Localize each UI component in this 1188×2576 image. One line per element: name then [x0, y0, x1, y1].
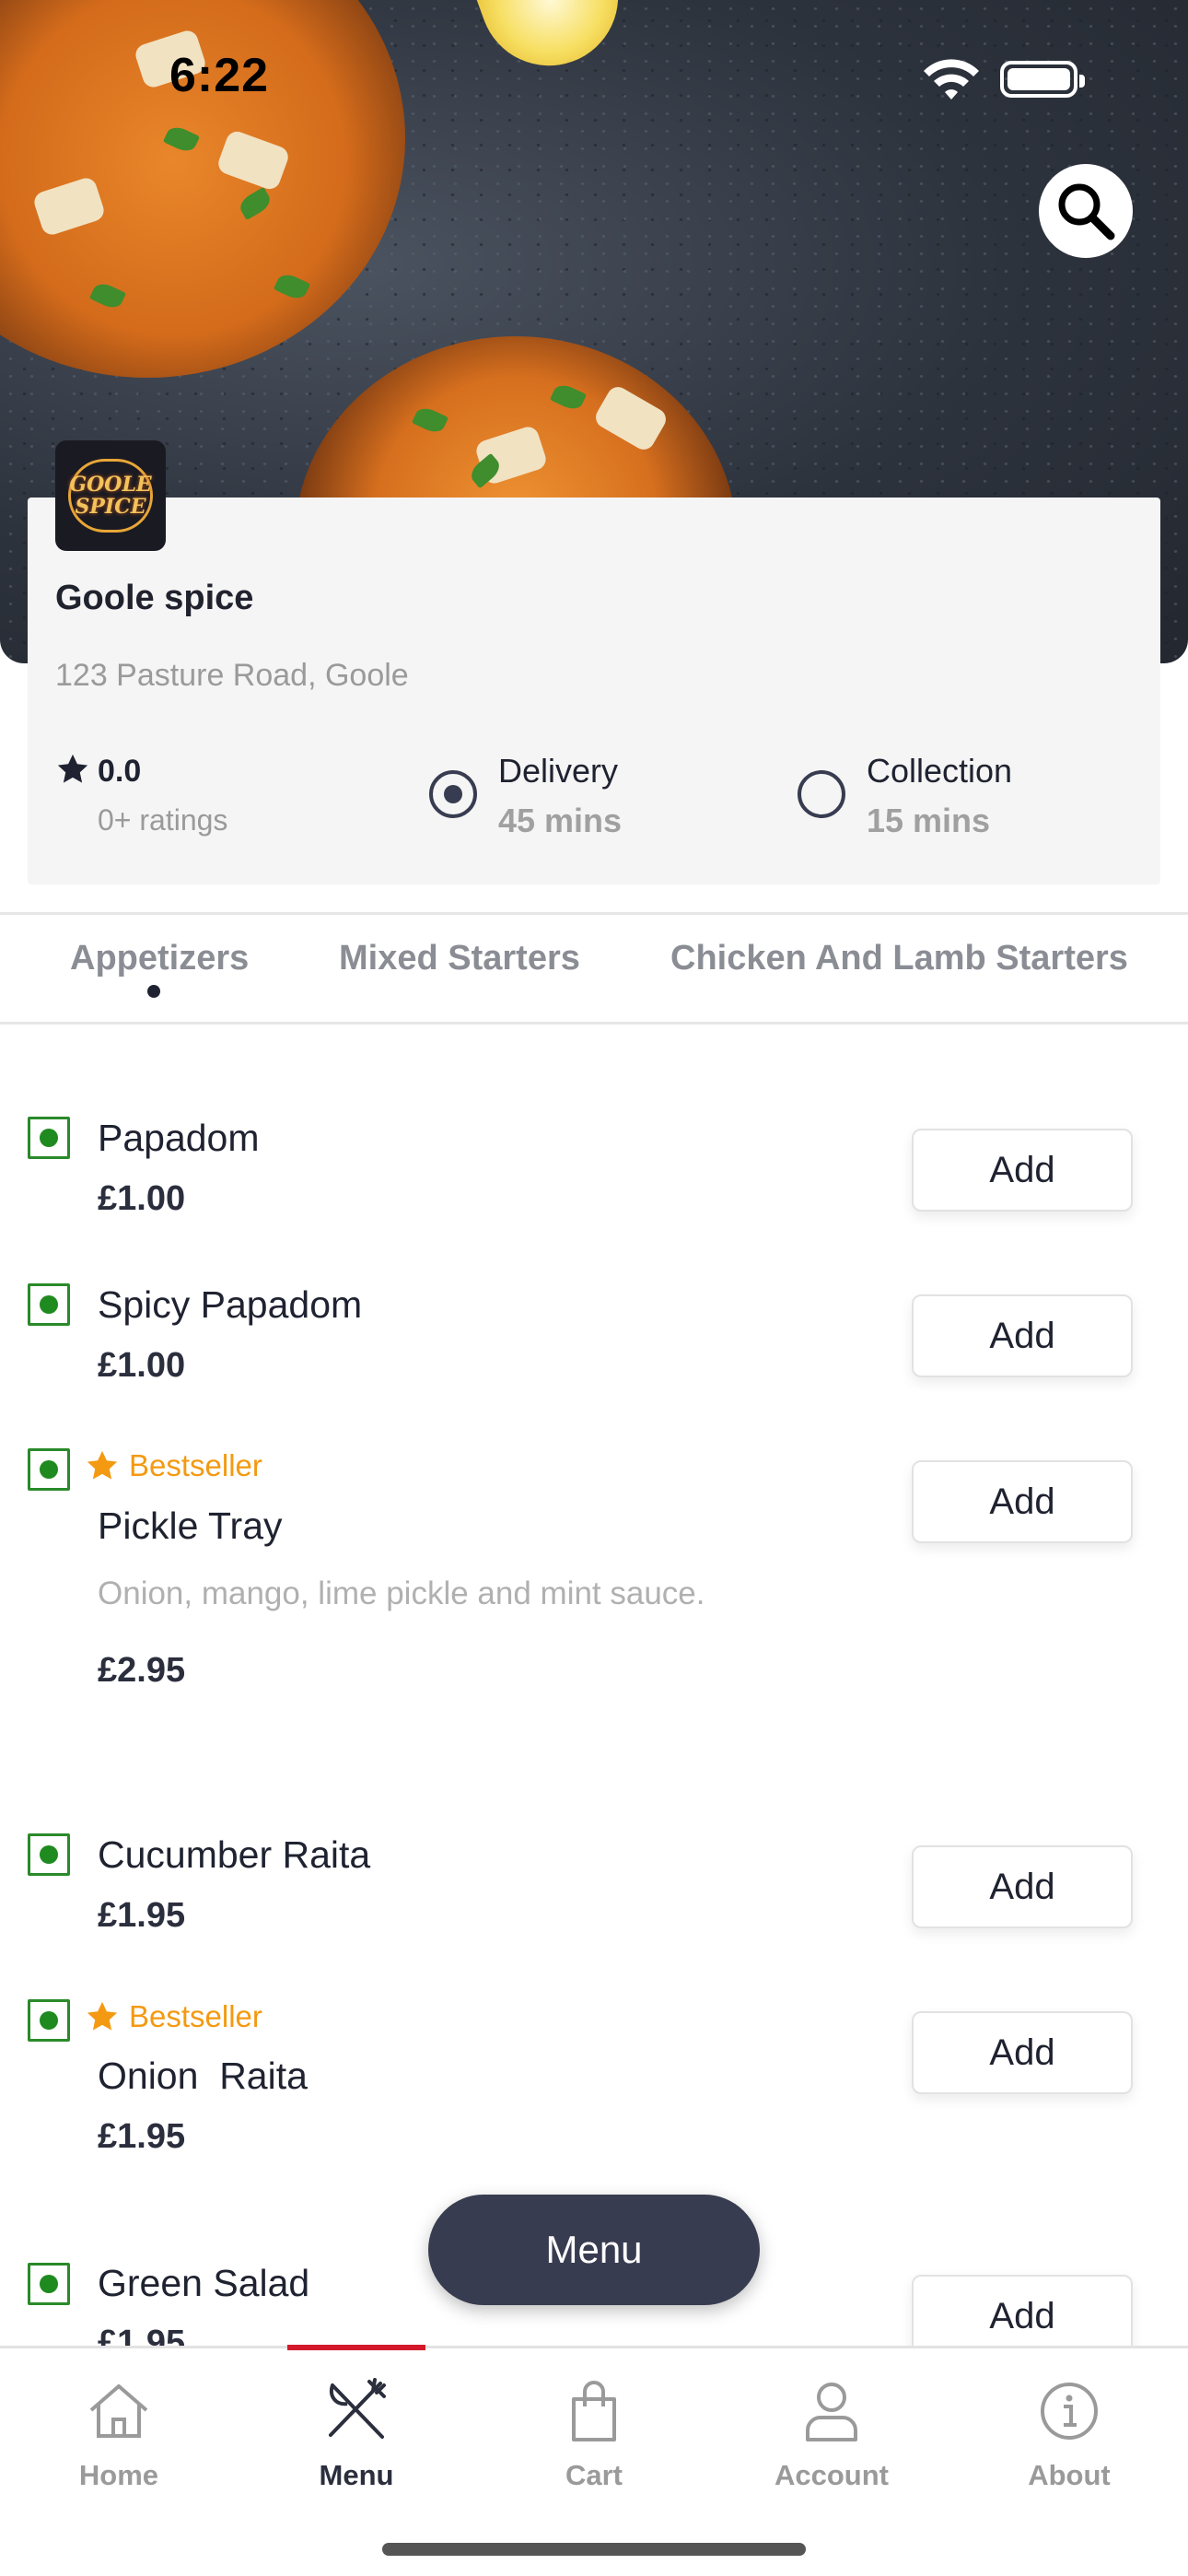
item-price: £2.95: [98, 1651, 186, 1690]
collection-label[interactable]: Collection: [867, 752, 1012, 790]
delivery-label[interactable]: Delivery: [498, 752, 618, 790]
add-button[interactable]: Add: [912, 1294, 1133, 1377]
logo-text: SPICE: [75, 495, 146, 519]
rating-value: 0.0: [98, 754, 142, 789]
logo-text: GOOLE: [69, 473, 152, 497]
item-name: Spicy Papadom: [98, 1283, 363, 1326]
nav-label: Menu: [319, 2459, 394, 2491]
veg-icon: [28, 1833, 70, 1876]
star-icon: [87, 1450, 118, 1480]
restaurant-logo: GOOLE SPICE: [55, 440, 166, 551]
item-name: Papadom: [98, 1117, 260, 1159]
wifi-icon: [924, 59, 979, 100]
status-bar: 6:22: [0, 0, 1188, 157]
item-price: £1.95: [98, 1896, 186, 1935]
item-price: £1.95: [98, 2117, 186, 2156]
veg-icon: [28, 1283, 70, 1326]
status-time: 6:22: [169, 49, 270, 102]
shopping-bag-icon: [572, 2381, 616, 2441]
star-icon: [57, 754, 88, 783]
search-icon: [1058, 183, 1115, 240]
battery-icon: [1000, 61, 1085, 98]
veg-icon: [28, 1448, 70, 1491]
bestseller-label: Bestseller: [129, 1999, 262, 2033]
star-icon: [87, 2001, 118, 2031]
item-name: Pickle Tray: [98, 1505, 283, 1547]
nav-account[interactable]: Account: [713, 2348, 950, 2514]
add-button[interactable]: Add: [912, 2011, 1133, 2094]
collection-radio[interactable]: [798, 770, 845, 818]
info-icon: [1041, 2383, 1098, 2440]
nav-label: Home: [78, 2459, 159, 2491]
veg-icon: [28, 1999, 70, 2042]
menu-floating-button[interactable]: Menu: [428, 2195, 760, 2305]
nav-cart[interactable]: Cart: [475, 2348, 713, 2514]
item-name: Cucumber Raita: [98, 1833, 371, 1876]
collection-time: 15 mins: [867, 802, 991, 839]
bestseller-badge: Bestseller: [85, 1447, 262, 1484]
nav-label: Account: [775, 2459, 889, 2491]
add-button[interactable]: Add: [912, 1460, 1133, 1543]
delivery-time: 45 mins: [498, 802, 623, 839]
add-button[interactable]: Add: [912, 1845, 1133, 1928]
tab-appetizers[interactable]: Appetizers: [70, 939, 249, 978]
tab-chicken-and-lamb-starters[interactable]: Chicken And Lamb Starters: [670, 939, 1128, 978]
nav-menu[interactable]: Menu: [238, 2348, 475, 2514]
item-price: £1.00: [98, 1179, 186, 1218]
fork-knife-icon: [329, 2378, 386, 2439]
bestseller-label: Bestseller: [129, 1448, 262, 1482]
restaurant-name: Goole spice: [55, 579, 254, 617]
search-button[interactable]: [1039, 164, 1133, 258]
veg-icon: [28, 1117, 70, 1159]
bottom-navigation: Home Menu Cart Account About: [0, 2345, 1188, 2576]
rating-count: 0+ ratings: [98, 803, 228, 837]
tab-mixed-starters[interactable]: Mixed Starters: [339, 939, 580, 978]
nav-about[interactable]: About: [950, 2348, 1188, 2514]
user-icon: [806, 2383, 857, 2441]
add-button[interactable]: Add: [912, 1129, 1133, 1212]
item-description: Onion, mango, lime pickle and mint sauce…: [98, 1575, 705, 1611]
item-price: £1.00: [98, 1346, 186, 1385]
category-tabs: Appetizers Mixed Starters Chicken And La…: [0, 912, 1188, 1025]
item-name: Onion Raita: [98, 2055, 308, 2097]
active-tab-indicator: [147, 985, 160, 998]
bestseller-badge: Bestseller: [85, 1998, 262, 2035]
item-name: Green Salad: [98, 2262, 310, 2304]
delivery-radio[interactable]: [429, 770, 477, 818]
nav-home[interactable]: Home: [0, 2348, 238, 2514]
nav-label: About: [1028, 2459, 1111, 2491]
home-indicator[interactable]: [382, 2543, 806, 2556]
restaurant-address: 123 Pasture Road, Goole: [55, 658, 409, 693]
home-icon: [89, 2384, 148, 2438]
nav-label: Cart: [565, 2459, 623, 2491]
veg-icon: [28, 2263, 70, 2305]
